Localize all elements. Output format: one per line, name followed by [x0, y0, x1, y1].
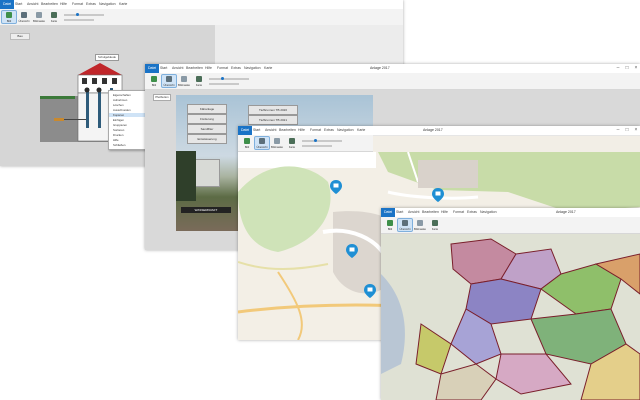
zoom-slider-group	[64, 11, 116, 23]
ribbon: Bild Übersicht Bildmaske Karte	[0, 9, 403, 26]
map-button[interactable]: Karte	[47, 11, 61, 23]
map-button[interactable]: Karte	[192, 75, 206, 87]
secondary-slider[interactable]	[302, 145, 332, 147]
tab-map[interactable]: Karte	[261, 64, 275, 73]
window-title: Anlage 2017	[423, 128, 443, 132]
image-mask-button[interactable]: Bildmaske	[177, 75, 191, 87]
zoom-slider-knob[interactable]	[314, 139, 317, 142]
btn-tiefbrunnen-1[interactable]: Tiefbrunnen TB 2020	[248, 105, 298, 115]
btn-klaeranlage[interactable]: Kläranlage	[187, 104, 227, 114]
secondary-slider[interactable]	[64, 19, 94, 21]
image-mask-button[interactable]: Bildmaske	[413, 219, 427, 231]
minimize-icon[interactable]: –	[614, 126, 622, 135]
zoom-slider[interactable]	[302, 140, 342, 142]
menu-item[interactable]: Aufnehmen	[113, 98, 127, 102]
panel-header-button[interactable]: Pfeilbutton	[153, 94, 171, 101]
location-pin-icon[interactable]	[363, 284, 377, 298]
mask-icon	[36, 12, 42, 18]
overview-button[interactable]: Übersicht	[254, 136, 270, 150]
map-icon	[196, 76, 202, 82]
mask-icon	[274, 138, 280, 144]
maximize-icon[interactable]: □	[623, 126, 631, 135]
btn-entwaesserung[interactable]: Entwässerung	[187, 134, 227, 144]
mask-icon	[181, 76, 187, 82]
map-button[interactable]: Karte	[285, 137, 299, 149]
image-icon	[387, 220, 393, 226]
overview-icon	[21, 12, 27, 18]
overview-button[interactable]: Übersicht	[397, 218, 413, 232]
map-icon	[289, 138, 295, 144]
menu-item[interactable]: Einfügen	[113, 118, 124, 122]
ribbon: Bild Übersicht Bildmaske Karte	[238, 135, 373, 152]
window-region-map: Datei Start Ansicht Bearbeiten Hilfe For…	[381, 208, 640, 400]
ribbon: Bild Übersicht Bildmaske Karte	[381, 217, 640, 234]
location-pin-icon[interactable]	[329, 180, 343, 194]
menu-item[interactable]: Löschen	[113, 103, 124, 107]
map-icon	[432, 220, 438, 226]
image-button[interactable]: Bild	[147, 75, 161, 87]
minimize-icon[interactable]: –	[614, 64, 622, 73]
secondary-slider[interactable]	[209, 83, 239, 85]
mask-icon	[417, 220, 423, 226]
photo-banner[interactable]: WASSERKRAFT	[181, 207, 231, 213]
location-pin-icon[interactable]	[431, 188, 445, 202]
overview-icon	[259, 138, 265, 144]
zoom-slider-group	[209, 75, 261, 87]
zoom-slider-group	[302, 137, 354, 149]
image-mask-button[interactable]: Bildmaske	[32, 11, 46, 23]
map-button[interactable]: Karte	[428, 219, 442, 231]
menu-item[interactable]: Drucken	[113, 133, 123, 137]
image-icon	[151, 76, 157, 82]
close-icon[interactable]: ×	[632, 64, 640, 73]
tab-navigation[interactable]: Navigation	[477, 208, 500, 217]
menu-item[interactable]: Kopieren	[109, 113, 145, 117]
bau-button[interactable]: Bau	[10, 33, 30, 40]
overview-button[interactable]: Übersicht	[161, 74, 177, 88]
btn-foerderung[interactable]: Förderung	[187, 114, 227, 124]
btn-sandfilter[interactable]: Sandfilter	[187, 124, 227, 134]
menu-item[interactable]: Ausschneiden	[113, 108, 131, 112]
close-icon[interactable]: ×	[632, 126, 640, 135]
image-button[interactable]: Bild	[1, 10, 17, 24]
image-icon	[244, 138, 250, 144]
menu-item[interactable]: Gruppieren	[113, 123, 127, 127]
image-button[interactable]: Bild	[240, 137, 254, 149]
zoom-slider[interactable]	[209, 78, 249, 80]
zoom-slider-knob[interactable]	[221, 77, 224, 80]
tab-map[interactable]: Karte	[354, 126, 368, 135]
ribbon: Bild Übersicht Bildmaske Karte	[145, 73, 640, 90]
location-pin-icon[interactable]	[345, 244, 359, 258]
image-icon	[6, 12, 12, 18]
region-map-canvas[interactable]	[381, 234, 640, 400]
image-button[interactable]: Bild	[383, 219, 397, 231]
window-title: Anlage 2017	[556, 210, 576, 214]
overview-button[interactable]: Übersicht	[17, 11, 31, 23]
image-mask-button[interactable]: Bildmaske	[270, 137, 284, 149]
map-icon	[51, 12, 57, 18]
zoom-slider[interactable]	[64, 14, 104, 16]
maximize-icon[interactable]: □	[623, 64, 631, 73]
overview-icon	[402, 220, 408, 226]
overview-icon	[166, 76, 172, 82]
tab-map[interactable]: Karte	[116, 0, 130, 9]
context-menu: Eigenschaften Aufnehmen Löschen Ausschne…	[108, 90, 146, 150]
menu-item[interactable]: Hilfe	[113, 138, 119, 142]
menu-item[interactable]: Schließen	[113, 143, 125, 147]
btn-tiefbrunnen-2[interactable]: Tiefbrunnen TB 2021	[248, 115, 298, 125]
menu-item[interactable]: Sortieren	[113, 128, 124, 132]
zoom-slider-knob[interactable]	[76, 13, 79, 16]
tree-row	[176, 151, 196, 201]
window-title: Anlage 2017	[370, 66, 390, 70]
menu-item[interactable]: Eigenschaften	[113, 93, 131, 97]
building-label: Schulgebäude	[95, 54, 119, 61]
